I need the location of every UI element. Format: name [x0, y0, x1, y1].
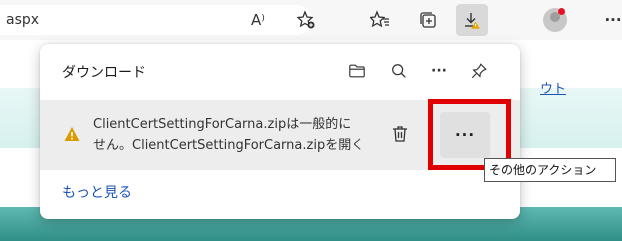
downloads-more-glyph: ···: [431, 63, 447, 79]
more-actions-tooltip: その他のアクション: [484, 158, 616, 182]
profile-notification-dot: [558, 8, 565, 15]
read-aloud-icon[interactable]: A⁾: [245, 7, 271, 33]
page-logout-link[interactable]: ウト: [540, 78, 566, 97]
download-warning-line2: せん。ClientCertSettingForCarna.zipを開く: [93, 138, 365, 153]
search-icon[interactable]: [388, 60, 410, 82]
browser-toolbar: aspx A⁾ ···: [0, 0, 622, 40]
address-text: aspx: [6, 12, 40, 28]
favorites-icon[interactable]: [367, 7, 393, 33]
download-warning-line1: ClientCertSettingForCarna.zipは一般的に: [93, 117, 352, 132]
add-favorite-icon[interactable]: [293, 7, 319, 33]
settings-more-icon[interactable]: ···: [600, 7, 622, 33]
open-folder-icon[interactable]: [346, 60, 368, 82]
collections-icon[interactable]: [415, 7, 441, 33]
read-aloud-glyph: A⁾: [251, 11, 265, 29]
warning-icon: [64, 127, 80, 141]
settings-more-glyph: ···: [604, 11, 622, 29]
tooltip-text: その他のアクション: [489, 163, 597, 177]
downloads-title: ダウンロード: [62, 65, 146, 81]
download-icon: [459, 7, 485, 33]
delete-icon[interactable]: [388, 122, 412, 146]
download-warning-text: ClientCertSettingForCarna.zipは一般的に せん。Cl…: [93, 114, 383, 156]
downloads-more-icon[interactable]: ···: [428, 60, 450, 82]
see-more-link[interactable]: もっと見る: [62, 182, 132, 202]
pin-icon[interactable]: [468, 60, 490, 82]
